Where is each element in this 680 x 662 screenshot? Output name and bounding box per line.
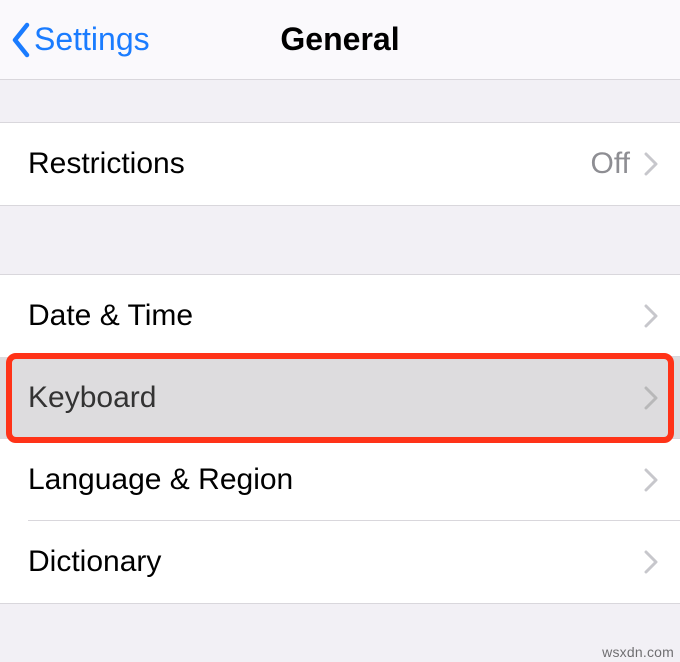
back-button[interactable]: Settings [10, 21, 150, 58]
cell-label: Language & Region [28, 463, 644, 497]
cell-label: Restrictions [28, 147, 591, 181]
navigation-bar: Settings General [0, 0, 680, 80]
cell-date-time[interactable]: Date & Time [0, 275, 680, 357]
cell-dictionary[interactable]: Dictionary [0, 521, 680, 603]
chevron-right-icon [644, 468, 658, 492]
section-spacer [0, 206, 680, 274]
cell-label: Keyboard [28, 381, 644, 415]
cell-label: Dictionary [28, 545, 644, 579]
settings-group-1: Restrictions Off [0, 122, 680, 206]
cell-restrictions[interactable]: Restrictions Off [0, 123, 680, 205]
cell-label: Date & Time [28, 299, 644, 333]
cell-keyboard[interactable]: Keyboard [0, 357, 680, 439]
section-spacer [0, 80, 680, 122]
watermark: wsxdn.com [602, 644, 674, 660]
chevron-left-icon [10, 22, 32, 58]
chevron-right-icon [644, 550, 658, 574]
page-title: General [280, 21, 399, 58]
chevron-right-icon [644, 304, 658, 328]
back-label: Settings [34, 21, 150, 58]
settings-group-2: Date & Time Keyboard Language & Region D… [0, 274, 680, 604]
cell-language-region[interactable]: Language & Region [0, 439, 680, 521]
cell-value: Off [591, 147, 630, 181]
highlighted-cell-keyboard: Keyboard [0, 357, 680, 439]
chevron-right-icon [644, 386, 658, 410]
chevron-right-icon [644, 152, 658, 176]
